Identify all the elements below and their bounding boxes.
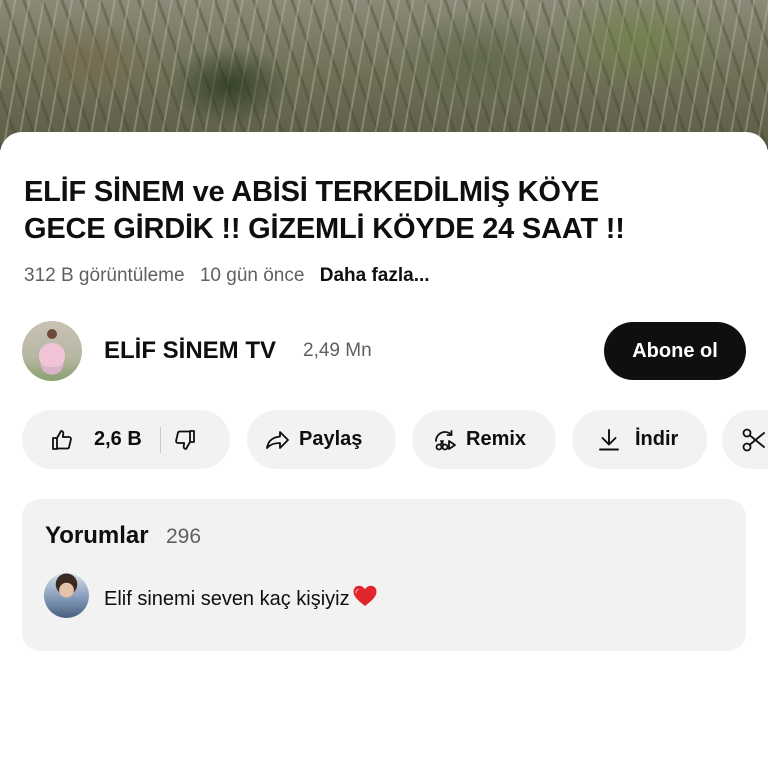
more-link[interactable]: Daha fazla... [320,265,430,286]
thumbs-down-icon[interactable] [173,428,197,452]
heart-icon [353,585,377,606]
video-title-line: ELİF SİNEM ve ABİSİ TERKEDİLMİŞ KÖYE [24,176,600,208]
remix-icon [435,429,456,450]
channel-avatar[interactable] [22,321,82,381]
channel-name[interactable]: ELİF SİNEM TV [104,337,276,365]
top-comment: Elif sinemi seven kaç kişiyiz [104,584,378,611]
view-count: 312 B görüntüleme [24,265,185,286]
comments-heading: Yorumlar [45,522,149,549]
video-meta[interactable]: 312 B görüntüleme 10 gün önce Daha fazla… [24,265,430,287]
subscriber-count: 2,49 Mn [303,340,372,361]
avatar-figure-dress [39,343,65,367]
video-title-line: GECE GİRDİK !! GİZEMLİ KÖYDE 24 SAAT !! [24,213,625,245]
video-player[interactable] [0,0,768,150]
share-label: Paylaş [299,428,363,450]
like-count: 2,6 B [94,428,142,450]
commenter-avatar [44,573,89,618]
video-title[interactable]: ELİF SİNEM ve ABİSİ TERKEDİLMİŞ KÖYE GEC… [24,174,744,248]
subscribe-button[interactable]: Abone ol [604,322,746,380]
upload-age: 10 gün önce [199,265,305,286]
top-comment-text: Elif sinemi seven kaç kişiyiz [104,588,350,610]
scissors-icon [742,428,765,451]
thumbs-up-icon [52,429,72,450]
remix-label: Remix [466,428,527,450]
like-dislike-group: 2,6 B [22,410,230,469]
download-button[interactable]: İndir [572,410,707,469]
share-arrow-icon [266,430,289,449]
like-divider [159,426,161,453]
like-button[interactable]: 2,6 B [50,428,142,452]
remix-button[interactable]: Remix [412,410,556,469]
avatar-figure-head [47,329,57,339]
comments-panel[interactable]: Yorumlar 296 Elif sinemi seven kaç kişiy… [22,499,746,651]
download-label: İndir [635,428,679,450]
comments-count: 296 [166,525,202,548]
download-icon [599,428,619,450]
share-button[interactable]: Paylaş [247,410,396,469]
